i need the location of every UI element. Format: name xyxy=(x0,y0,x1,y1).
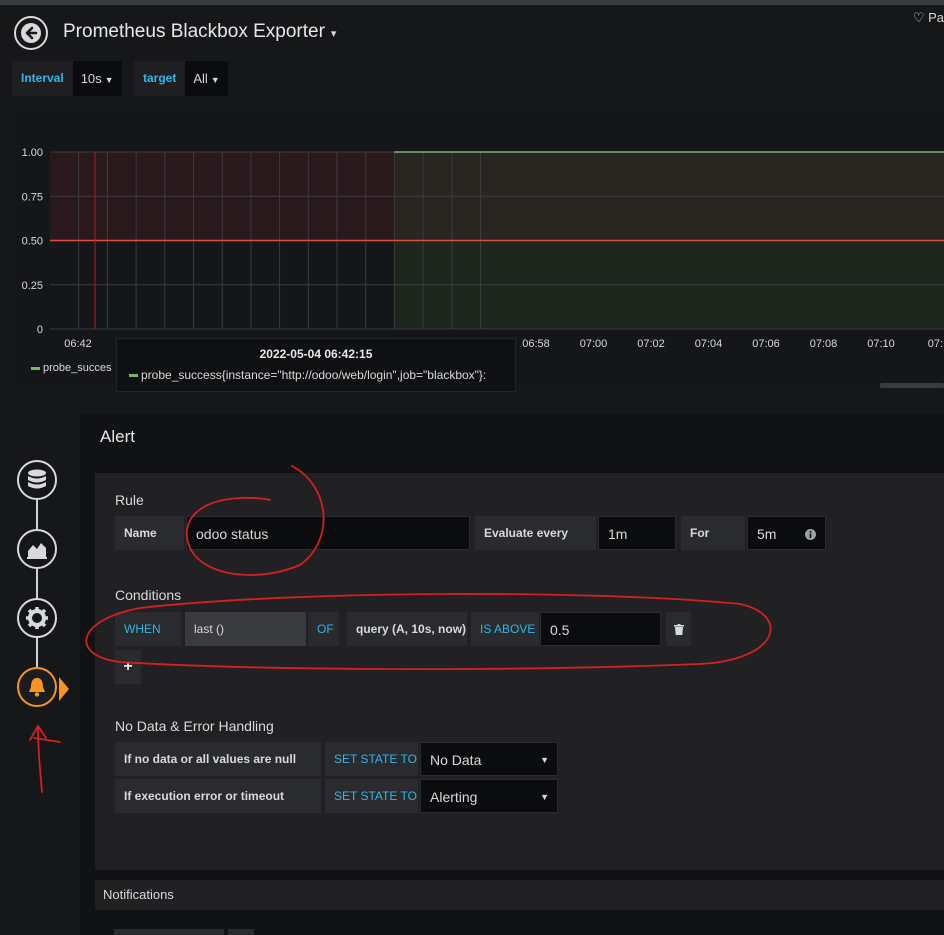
x-tick-label: 07:08 xyxy=(810,338,838,350)
legend-swatch xyxy=(31,366,40,370)
tooltip-swatch xyxy=(129,374,138,378)
x-tick-label: 06:42 xyxy=(64,338,92,350)
x-tick-label: 07:02 xyxy=(637,338,665,350)
execerror-label: If execution error or timeout xyxy=(115,779,321,813)
nav-queries-button[interactable] xyxy=(17,460,57,500)
condition-query-select[interactable]: query (A, 10s, now) xyxy=(347,612,467,646)
caret-down-icon: ▼ xyxy=(540,792,549,802)
tooltip-series-label: probe_success{instance="http://odoo/web/… xyxy=(141,368,487,382)
y-tick-label: 0.25 xyxy=(22,280,43,292)
notification-button-stub xyxy=(228,929,254,935)
execerror-state-select[interactable]: Alerting ▼ xyxy=(420,779,558,813)
nodata-label: If no data or all values are null xyxy=(115,742,321,776)
legend-label: probe_succes xyxy=(43,362,112,374)
condition-of-keyword: OF xyxy=(308,612,339,646)
gear-icon xyxy=(26,607,48,629)
for-input-value: 5m xyxy=(757,526,777,542)
active-indicator xyxy=(59,677,69,701)
add-condition-button[interactable]: + xyxy=(115,650,141,684)
database-icon xyxy=(28,469,46,489)
delete-condition-button[interactable] xyxy=(666,612,691,646)
evaluate-every-input[interactable]: 1m xyxy=(598,516,676,550)
nodata-set-state-keyword: SET STATE TO xyxy=(325,742,418,776)
tooltip-time: 2022-05-04 06:42:15 xyxy=(259,347,373,361)
legend-item[interactable]: probe_succes xyxy=(31,362,112,374)
for-input[interactable]: 5m xyxy=(747,516,826,550)
tooltip-series: probe_success{instance="http://odoo/web/… xyxy=(129,368,486,382)
caret-down-icon: ▼ xyxy=(540,755,549,765)
evaluate-every-label: Evaluate every xyxy=(475,516,596,550)
chart-scrollbar[interactable] xyxy=(880,383,944,388)
condition-evaluator-select[interactable]: IS ABOVE xyxy=(471,612,539,646)
condition-reducer-select[interactable]: last () xyxy=(185,612,306,646)
notifications-header[interactable] xyxy=(95,880,944,910)
area-chart-icon xyxy=(27,543,47,559)
trash-icon xyxy=(673,623,684,635)
x-tick-label: 07:06 xyxy=(752,338,780,350)
y-tick-label: 1.00 xyxy=(22,147,43,159)
nav-visualization-button[interactable] xyxy=(17,529,57,569)
x-tick-label: 07:10 xyxy=(867,338,895,350)
alert-title: Alert xyxy=(100,427,135,446)
bell-icon xyxy=(29,678,45,697)
annotation-arrow xyxy=(29,724,61,793)
execerror-set-state-keyword: SET STATE TO xyxy=(325,779,418,813)
nav-alert-button[interactable] xyxy=(17,667,57,707)
y-tick-label: 0.75 xyxy=(22,191,43,203)
nodata-state-value: No Data xyxy=(430,752,482,768)
section-conditions: Conditions xyxy=(115,587,182,603)
nodata-state-select[interactable]: No Data ▼ xyxy=(420,742,558,776)
section-nodata: No Data & Error Handling xyxy=(115,718,274,734)
condition-threshold-input[interactable]: 0.5 xyxy=(540,612,661,646)
graph-tooltip: 2022-05-04 06:42:15 probe_success{instan… xyxy=(116,338,516,392)
section-rule: Rule xyxy=(115,492,144,508)
x-tick-label: 07:1 xyxy=(928,338,944,350)
y-tick-label: 0 xyxy=(37,324,43,336)
x-tick-label: 06:58 xyxy=(522,338,550,350)
info-icon[interactable] xyxy=(805,529,816,540)
nav-connector xyxy=(36,488,38,688)
execerror-state-value: Alerting xyxy=(430,789,478,805)
x-tick-label: 07:04 xyxy=(695,338,723,350)
for-label: For xyxy=(681,516,745,550)
notification-field-stub xyxy=(114,929,224,935)
x-tick-label: 07:00 xyxy=(580,338,608,350)
rule-name-label: Name xyxy=(115,516,184,550)
rule-name-input[interactable]: odoo status xyxy=(186,516,470,550)
notifications-title: Notifications xyxy=(103,887,174,902)
nav-general-button[interactable] xyxy=(17,598,57,638)
condition-when-keyword: WHEN xyxy=(115,612,181,646)
y-tick-label: 0.50 xyxy=(22,236,43,248)
